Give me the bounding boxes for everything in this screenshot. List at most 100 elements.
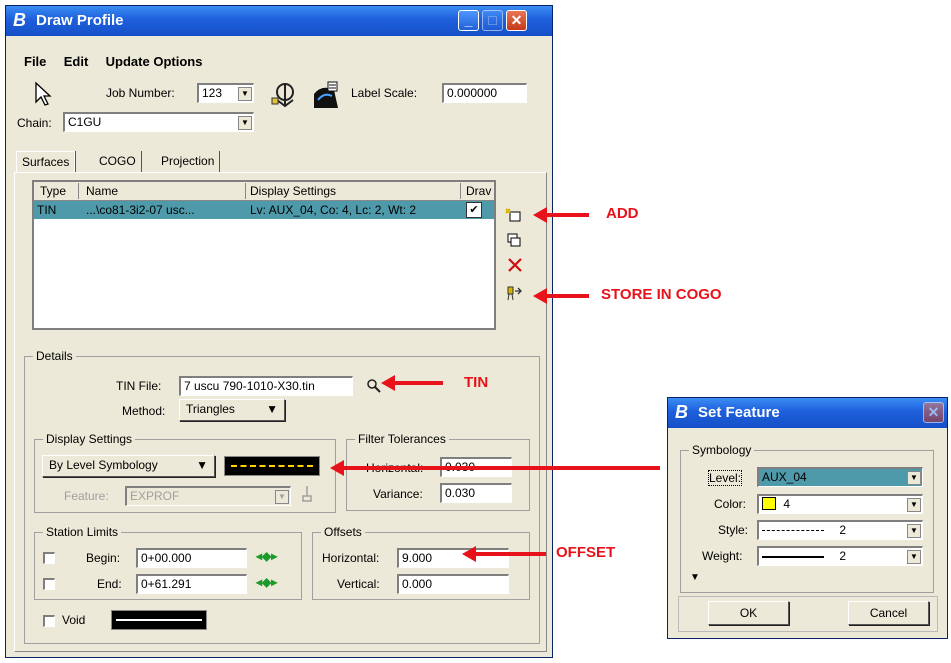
color-swatch [762,497,776,510]
begin-label: Begin: [86,551,121,565]
store-in-cogo-icon[interactable] [506,284,524,302]
select-pointer-icon[interactable] [33,81,53,107]
tin-file-input[interactable]: 7 uscu 790-1010-X30.tin [179,376,353,396]
pick-station-icon[interactable]: ◂◆▸ [256,549,277,563]
tab-cogo-label: COGO [99,154,136,168]
store-in-cogo-annotation: STORE IN COGO [601,286,722,303]
job-number-select[interactable]: 123 ▼ [197,83,254,103]
tin-annotation: TIN [464,374,489,391]
end-checkbox[interactable] [43,578,55,590]
table-row[interactable]: TIN ...\co81-3i2-07 usc... Lv: AUX_04, C… [34,201,494,219]
line-style-preview[interactable] [224,456,320,476]
color-select[interactable]: 4 ▼ [757,494,923,514]
menu-file[interactable]: File [24,54,46,69]
close-button[interactable]: ✕ [923,402,944,423]
dashed-line [231,465,313,467]
col-name[interactable]: Name [86,184,118,198]
draw-checkbox[interactable]: ✔ [466,202,482,218]
tab-projection-label: Projection [161,154,215,168]
tab-cogo[interactable]: COGO [94,151,142,173]
chevron-down-icon: ▼ [196,458,208,472]
col-type[interactable]: Type [40,184,66,198]
end-input[interactable]: 0+61.291 [136,574,247,594]
copy-surface-icon[interactable] [505,232,523,248]
tab-surfaces-label: Surfaces [22,155,70,169]
set-feature-title-bar[interactable]: B Set Feature ✕ [668,398,947,428]
ok-button[interactable]: OK [708,601,789,625]
close-button[interactable]: ✕ [506,10,527,31]
menu-update-options[interactable]: Update Options [106,54,203,69]
maximize-button[interactable]: □ [482,10,503,31]
menu-bar: File Edit Update Options [24,54,216,69]
label-scale-input[interactable]: 0.000000 [442,83,527,103]
method-label: Method: [122,404,166,418]
feature-label: Feature: [64,489,109,503]
store-arrow [533,288,589,304]
style-select[interactable]: 2 ▼ [757,520,923,540]
offset-horizontal-input[interactable]: 9.000 [397,548,509,568]
add-surface-icon[interactable] [505,208,523,224]
app-logo-icon: B [675,402,688,422]
set-feature-dialog: B Set Feature ✕ Symbology Level: AUX_04 … [667,397,948,639]
chevron-down-icon[interactable]: ▼ [907,471,921,485]
add-annotation: ADD [606,205,639,222]
surfaces-table[interactable]: Type Name Display Settings Drav TIN ...\… [32,180,496,330]
col-display-settings[interactable]: Display Settings [250,184,336,198]
symbology-value: By Level Symbology [49,458,158,472]
offset-vertical-label: Vertical: [337,577,380,591]
search-icon[interactable] [366,378,382,394]
variance-input[interactable]: 0.030 [440,483,512,503]
locate-tool-icon[interactable] [268,80,298,110]
tab-surfaces[interactable]: Surfaces [16,151,76,173]
level-value: AUX_04 [762,470,807,484]
set-feature-title: Set Feature [698,404,780,421]
minimize-button[interactable]: _ [458,10,479,31]
symbology-dropdown[interactable]: By Level Symbology ▼ [42,455,215,477]
filter-tolerances-label: Filter Tolerances [355,432,449,446]
chevron-down-icon[interactable]: ▼ [907,498,921,512]
cancel-label: Cancel [869,606,908,620]
pick-station-icon[interactable]: ◂◆▸ [256,575,277,589]
level-label: Level: [708,470,743,486]
method-dropdown[interactable]: Triangles ▼ [179,399,285,421]
job-number-value: 123 [202,86,223,100]
weight-value: 2 [839,549,847,563]
chain-select[interactable]: C1GU ▼ [63,112,254,132]
tab-projection[interactable]: Projection [156,151,221,173]
chevron-down-icon[interactable]: ▼ [907,524,921,538]
chevron-down-icon[interactable]: ▼ [907,550,921,564]
offset-arrow [462,546,546,562]
expand-triangle-icon[interactable]: ▼ [690,572,700,583]
add-arrow [533,207,589,223]
variance-label: Variance: [373,487,423,501]
title-bar[interactable]: B Draw Profile _ □ ✕ [6,6,552,36]
station-limits-label: Station Limits [43,525,122,539]
dashed-line [762,530,824,532]
weight-label: Weight: [702,549,743,563]
offset-vertical-input[interactable]: 0.000 [397,574,509,594]
void-label: Void [62,613,86,627]
chevron-down-icon[interactable]: ▼ [238,87,252,101]
profile-tool-icon[interactable] [312,80,340,110]
offset-annotation: OFFSET [556,544,616,561]
cell-name: ...\co81-3i2-07 usc... [86,203,195,217]
cancel-button[interactable]: Cancel [848,601,929,625]
label-scale-label: Label Scale: [351,86,418,100]
chain-label: Chain: [17,116,52,130]
chevron-down-icon: ▼ [266,402,278,416]
begin-checkbox[interactable] [43,552,55,564]
void-line-preview[interactable] [111,610,207,630]
delete-surface-icon[interactable] [507,257,523,273]
end-label: End: [97,577,122,591]
solid-line [116,619,202,621]
col-draw[interactable]: Drav [466,184,491,198]
tin-file-label: TIN File: [116,379,162,393]
void-checkbox[interactable] [43,615,55,627]
color-value: 4 [783,497,791,511]
weight-select[interactable]: 2 ▼ [757,546,923,566]
begin-input[interactable]: 0+00.000 [136,548,247,568]
level-select[interactable]: AUX_04 ▼ [757,467,923,487]
menu-edit[interactable]: Edit [64,54,89,69]
window-title: Draw Profile [36,12,124,29]
chevron-down-icon[interactable]: ▼ [238,116,252,130]
